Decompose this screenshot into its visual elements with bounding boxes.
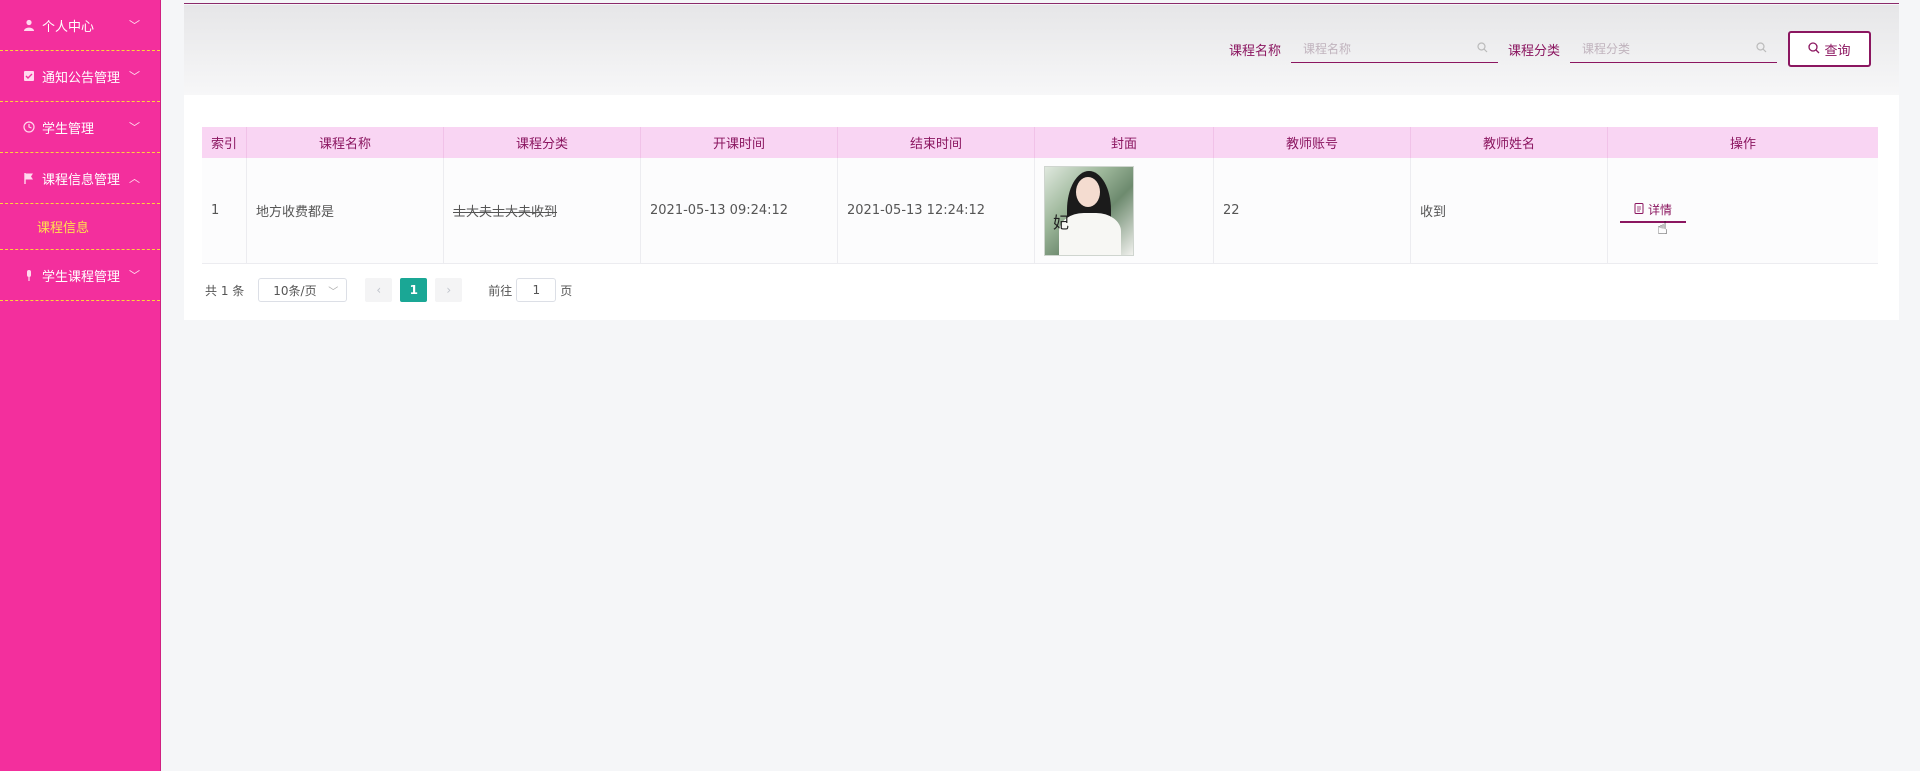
hand-cursor-icon: ☝	[1657, 218, 1668, 239]
table-header: 索引 课程名称 课程分类 开课时间 结束时间 封面 教师账号 教师姓名 操作	[202, 127, 1878, 158]
course-category-search-box	[1570, 35, 1778, 63]
goto-page-input[interactable]	[516, 278, 557, 302]
search-icon	[1477, 42, 1488, 56]
course-category-search-group: 课程分类	[1508, 35, 1778, 63]
chevron-left-icon: ‹	[376, 283, 382, 297]
column-header-cover[interactable]: 封面	[1035, 127, 1214, 158]
document-icon	[1634, 202, 1644, 217]
course-name-search-box	[1291, 35, 1499, 63]
page-size-select[interactable]: 10条/页 ﹀	[258, 278, 348, 302]
cell-course-name: 地方收费都是	[247, 158, 444, 263]
cell-start-time: 2021-05-13 09:24:12	[641, 158, 838, 263]
column-header-end-time[interactable]: 结束时间	[838, 127, 1035, 158]
page-jump: 前往 页	[488, 278, 572, 302]
column-header-teacher-name[interactable]: 教师姓名	[1411, 127, 1608, 158]
top-divider	[184, 3, 1899, 4]
pagination: 共 1 条 10条/页 ﹀ ‹ 1 › 前往 页	[205, 278, 572, 302]
goto-prefix: 前往	[488, 283, 513, 298]
cell-course-category: 士大夫士大夫收到	[444, 158, 641, 263]
page-size-value: 10条/页	[273, 283, 317, 298]
cell-end-time: 2021-05-13 12:24:12	[838, 158, 1035, 263]
chevron-up-icon: ︿	[129, 172, 140, 185]
cell-teacher-name: 收到	[1411, 158, 1608, 263]
pagination-total: 共 1 条	[205, 283, 245, 298]
cell-index: 1	[202, 158, 247, 263]
chevron-down-icon: ﹀	[328, 286, 339, 298]
cover-figure-face	[1076, 176, 1100, 207]
column-header-actions: 操作	[1729, 137, 1756, 152]
sidebar-item-label: 学生管理	[42, 121, 95, 137]
detail-button[interactable]: 详情 ☝	[1620, 198, 1687, 239]
sidebar-item-student-course-management[interactable]: 学生课程管理 ﹀	[0, 250, 160, 301]
goto-suffix: 页	[560, 283, 573, 298]
column-header-course-category[interactable]: 课程分类	[444, 127, 641, 158]
course-category-text: 士大夫士大夫收到	[453, 205, 558, 220]
flag-icon	[22, 171, 36, 185]
user-icon	[22, 18, 36, 32]
column-header-index[interactable]: 索引	[202, 127, 247, 158]
clock-icon	[22, 120, 36, 134]
sidebar-item-label: 课程信息管理	[42, 172, 121, 188]
sidebar-item-label: 通知公告管理	[42, 70, 121, 86]
prev-page-button[interactable]: ‹	[365, 278, 393, 302]
course-name-input[interactable]	[1291, 35, 1499, 62]
search-panel: 课程名称 课程分类 查询	[184, 5, 1899, 95]
sidebar-item-personal-center[interactable]: 个人中心 ﹀	[0, 0, 160, 51]
page-number-current[interactable]: 1	[400, 278, 428, 302]
sidebar-subitem-label: 课程信息	[37, 221, 90, 236]
sidebar-subitem-course-info[interactable]: 课程信息	[0, 204, 160, 250]
column-header-start-time[interactable]: 开课时间	[641, 127, 838, 158]
chevron-down-icon: ﹀	[129, 121, 140, 134]
sidebar: 个人中心 ﹀ 通知公告管理 ﹀ 学生管理 ﹀ 课程信息管理 ︿ 课程信息 学生课…	[0, 0, 161, 771]
table-row: 1 地方收费都是 士大夫士大夫收到 2021-05-13 09:24:12 20…	[202, 158, 1878, 264]
sidebar-item-student-management[interactable]: 学生管理 ﹀	[0, 102, 160, 153]
chevron-down-icon: ﹀	[129, 70, 140, 83]
pin-icon	[22, 268, 36, 282]
sidebar-item-course-info-management[interactable]: 课程信息管理 ︿	[0, 153, 160, 204]
course-name-search-group: 课程名称	[1229, 35, 1499, 63]
column-header-course-name[interactable]: 课程名称	[247, 127, 444, 158]
course-table: 索引 课程名称 课程分类 开课时间 结束时间 封面 教师账号 教师姓名 操作 1…	[202, 127, 1878, 264]
chevron-down-icon: ﹀	[129, 269, 140, 282]
course-category-input[interactable]	[1570, 35, 1778, 62]
sidebar-item-label: 个人中心	[42, 19, 95, 35]
notice-icon	[22, 69, 36, 83]
course-cover-image: 妃	[1044, 165, 1134, 256]
search-icon	[1756, 42, 1767, 56]
course-name-label: 课程名称	[1229, 43, 1282, 59]
query-button-label: 查询	[1824, 43, 1851, 59]
chevron-down-icon: ﹀	[129, 19, 140, 32]
next-page-button[interactable]: ›	[435, 278, 463, 302]
detail-button-label: 详情	[1648, 203, 1673, 217]
cell-teacher-account: 22	[1214, 158, 1411, 263]
sidebar-item-label: 学生课程管理	[42, 269, 121, 285]
chevron-right-icon: ›	[446, 283, 452, 297]
cell-cover: 妃	[1035, 158, 1214, 263]
cell-actions: 详情 ☝	[1608, 158, 1878, 263]
search-icon	[1808, 41, 1820, 57]
query-button[interactable]: 查询	[1788, 31, 1871, 67]
course-category-label: 课程分类	[1508, 43, 1561, 59]
cover-calligraphy: 妃	[1053, 212, 1070, 232]
column-header-teacher-account[interactable]: 教师账号	[1214, 127, 1411, 158]
sidebar-item-notice-management[interactable]: 通知公告管理 ﹀	[0, 51, 160, 102]
